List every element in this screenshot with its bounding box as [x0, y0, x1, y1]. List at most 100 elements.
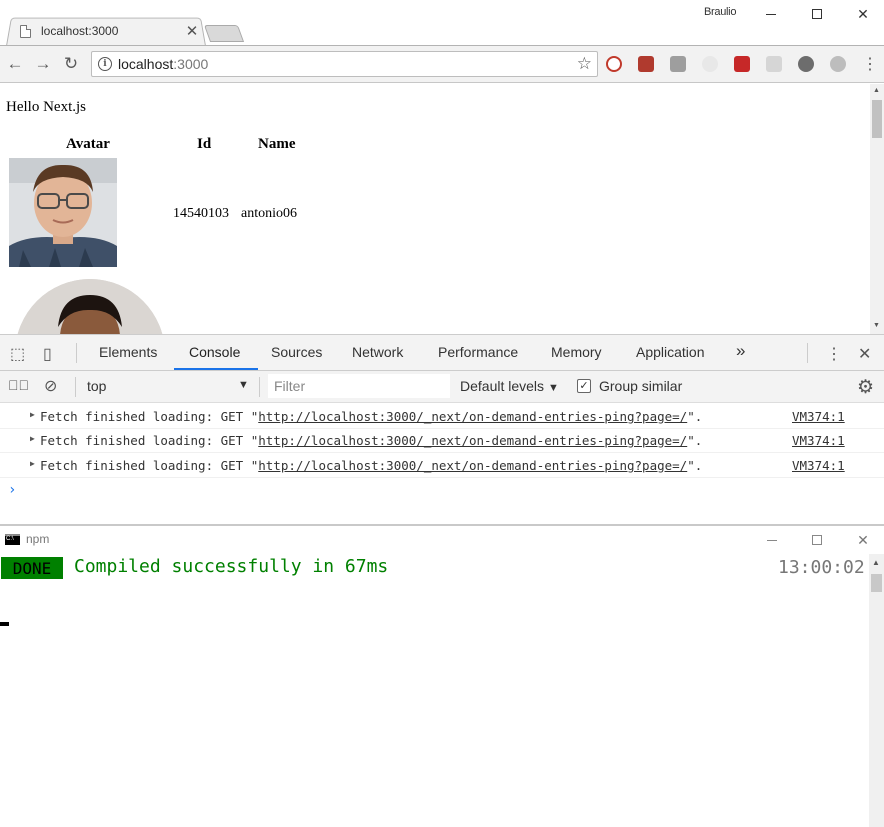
console-message-suffix: ".: [687, 458, 703, 473]
terminal-maximize-button[interactable]: [802, 530, 832, 550]
clear-console-icon[interactable]: ⊘: [44, 376, 57, 396]
tab-console[interactable]: Console: [189, 344, 240, 360]
group-similar-checkbox[interactable]: ✓: [577, 379, 591, 393]
expand-triangle-icon[interactable]: ▶: [30, 459, 35, 468]
more-tabs-icon[interactable]: »: [736, 341, 745, 361]
page-favicon-icon: [20, 24, 31, 38]
tab-application[interactable]: Application: [636, 344, 705, 360]
browser-menu-button[interactable]: ⋮: [860, 54, 880, 74]
avatar-image: [15, 279, 165, 334]
url-host: localhost: [118, 56, 174, 72]
console-message[interactable]: ▶ Fetch finished loading: GET "http://lo…: [0, 454, 884, 478]
console-source-link[interactable]: VM374:1: [792, 433, 845, 448]
minimize-icon: [767, 539, 777, 541]
terminal-icon: [5, 534, 20, 545]
forward-button[interactable]: →: [33, 54, 53, 74]
devtools-tab-bar: ⬚ ▯ Elements Console Sources Network Per…: [0, 335, 884, 371]
back-button[interactable]: ←: [5, 54, 25, 74]
tab-title: localhost:3000: [41, 24, 119, 38]
console-message-prefix: Fetch finished loading: GET ": [40, 433, 259, 448]
log-levels-dropdown[interactable]: Default levels ▼: [460, 378, 559, 394]
console-message[interactable]: ▶ Fetch finished loading: GET "http://lo…: [0, 429, 884, 453]
page-scrollbar[interactable]: ▲ ▼: [870, 84, 884, 334]
window-minimize-button[interactable]: [748, 0, 794, 28]
devtools-menu-icon[interactable]: ⋮: [826, 344, 842, 364]
scroll-down-icon[interactable]: ▼: [873, 322, 880, 329]
ublock-extension-icon[interactable]: [606, 56, 622, 72]
console-prompt-icon[interactable]: ›: [8, 482, 16, 498]
expand-triangle-icon[interactable]: ▶: [30, 434, 35, 443]
device-toolbar-icon[interactable]: ▯: [43, 344, 52, 364]
kebab-menu-icon: ⋮: [862, 56, 878, 73]
devtools-panel: ⬚ ▯ Elements Console Sources Network Per…: [0, 334, 884, 524]
extension-icon-7[interactable]: [798, 56, 814, 72]
console-source-link[interactable]: VM374:1: [792, 458, 845, 473]
scroll-up-icon[interactable]: ▲: [872, 558, 880, 567]
console-message[interactable]: ▶ Fetch finished loading: GET "http://lo…: [0, 405, 884, 429]
terminal-close-button[interactable]: ✕: [848, 530, 878, 550]
page-scrollbar-thumb[interactable]: [872, 100, 882, 138]
devtools-close-icon[interactable]: ✕: [858, 344, 871, 364]
extension-icon-2[interactable]: [638, 56, 654, 72]
devtools-separator: [259, 377, 260, 397]
column-header-name: Name: [258, 136, 296, 152]
browser-toolbar: ← → ↻ i localhost:3000 ☆ ⋮: [0, 46, 884, 83]
window-close-button[interactable]: ✕: [840, 0, 884, 28]
terminal-cursor: [0, 622, 9, 626]
extension-icon-8[interactable]: [830, 56, 846, 72]
inspect-element-icon[interactable]: ⬚: [10, 344, 25, 364]
tab-sources[interactable]: Sources: [271, 344, 322, 360]
console-message-text: Fetch finished loading: GET "http://loca…: [40, 458, 702, 473]
tab-close-icon[interactable]: ✕: [184, 22, 200, 40]
tab-elements[interactable]: Elements: [99, 344, 157, 360]
maximize-icon: [812, 535, 822, 545]
cell-user-name: antonio06: [241, 206, 297, 221]
console-message-link[interactable]: http://localhost:3000/_next/on-demand-en…: [258, 433, 687, 448]
minimize-icon: [766, 13, 776, 15]
reload-button[interactable]: ↻: [61, 54, 81, 74]
close-icon: ✕: [857, 531, 869, 548]
window-user-name[interactable]: Braulio: [704, 6, 736, 18]
console-filter-input[interactable]: [268, 374, 450, 398]
site-info-icon[interactable]: i: [98, 57, 112, 71]
terminal-window: npm ✕ DONE Compiled successfully in 67ms…: [0, 526, 884, 827]
active-tab-indicator: [174, 368, 258, 370]
tab-network[interactable]: Network: [352, 344, 403, 360]
sidebar-toggle-icon[interactable]: ▶⃞: [8, 377, 29, 393]
window-maximize-button[interactable]: [794, 0, 840, 28]
scroll-up-icon[interactable]: ▲: [873, 87, 880, 94]
console-message-link[interactable]: http://localhost:3000/_next/on-demand-en…: [258, 409, 687, 424]
maximize-icon: [812, 9, 822, 19]
browser-tab-content[interactable]: localhost:3000 ✕: [20, 18, 200, 44]
devtools-separator: [75, 377, 76, 397]
context-dropdown-icon[interactable]: ▼: [238, 379, 249, 391]
column-header-id: Id: [197, 136, 212, 152]
reload-icon: ↻: [63, 54, 79, 73]
done-badge: DONE: [1, 557, 63, 579]
console-source-link[interactable]: VM374:1: [792, 409, 845, 424]
terminal-scrollbar-thumb[interactable]: [871, 574, 882, 592]
tab-performance[interactable]: Performance: [438, 344, 518, 360]
bookmark-star-icon[interactable]: ☆: [577, 54, 592, 74]
terminal-scrollbar[interactable]: ▲: [869, 554, 884, 827]
arrow-right-icon: →: [34, 54, 52, 73]
extension-icon-5[interactable]: [734, 56, 750, 72]
context-selector[interactable]: top: [87, 378, 106, 394]
grammarly-extension-icon[interactable]: [670, 56, 686, 72]
address-url[interactable]: localhost:3000: [118, 56, 208, 72]
page-viewport: Hello Next.js Avatar Id Name 14540103 an…: [0, 84, 870, 334]
console-message-suffix: ".: [687, 433, 703, 448]
chevron-down-icon: ▼: [547, 382, 559, 394]
new-tab-button[interactable]: [203, 25, 245, 42]
console-message-link[interactable]: http://localhost:3000/_next/on-demand-en…: [258, 458, 687, 473]
devtools-separator: [76, 343, 77, 363]
terminal-title: npm: [26, 532, 50, 546]
terminal-minimize-button[interactable]: [757, 530, 787, 550]
avatar-photo-2: [15, 279, 165, 334]
extension-icon-4[interactable]: [702, 56, 718, 72]
tab-memory[interactable]: Memory: [551, 344, 602, 360]
address-bar[interactable]: i localhost:3000 ☆: [91, 51, 598, 77]
expand-triangle-icon[interactable]: ▶: [30, 410, 35, 419]
extension-icon-6[interactable]: [766, 56, 782, 72]
console-settings-gear-icon[interactable]: ⚙: [857, 376, 874, 399]
